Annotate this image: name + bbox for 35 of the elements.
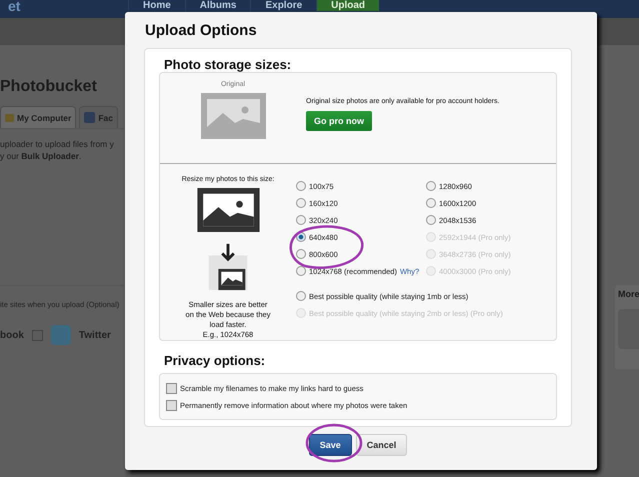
share-label: book (0, 330, 24, 340)
square-logo-icon (84, 112, 96, 123)
site-logo[interactable]: et (8, 0, 128, 12)
radio-button[interactable] (296, 266, 306, 276)
checkbox[interactable] (166, 400, 177, 410)
radio-button[interactable] (296, 291, 306, 301)
checkbox[interactable] (32, 330, 43, 340)
nav-link[interactable]: Upload (316, 0, 380, 11)
radio-button[interactable] (296, 198, 306, 208)
marker-circle (306, 424, 362, 462)
intro-text: y our Bulk Uploader. (0, 151, 82, 161)
source-tab[interactable]: My Computer (0, 106, 76, 128)
dialog-title: Upload Options (145, 22, 258, 39)
checkbox[interactable] (166, 382, 177, 394)
intro-text: uploader to upload files from y (0, 139, 115, 149)
radio-button[interactable] (296, 249, 306, 259)
cancel-button[interactable]: Cancel (356, 434, 408, 456)
section-heading: Privacy options: (164, 353, 266, 368)
radio-button[interactable] (426, 215, 436, 225)
radio-button[interactable] (426, 198, 436, 208)
resize-arrow-drawing (206, 242, 250, 292)
more-label: More (618, 289, 639, 299)
share-label: Twitter (78, 330, 111, 340)
nav-link[interactable]: Home (128, 0, 185, 11)
radio-button[interactable] (296, 181, 306, 191)
save-button[interactable]: Save (308, 434, 352, 456)
radio-button[interactable] (296, 215, 306, 225)
nav-link[interactable]: Albums (184, 0, 250, 11)
go-pro-button[interactable]: Go pro now (306, 111, 372, 131)
header-band (597, 18, 639, 45)
page-heading: Photobucket (0, 78, 98, 96)
radio-button[interactable] (426, 181, 436, 191)
bird-logo-icon (50, 325, 71, 345)
folder-icon (5, 114, 14, 122)
section-heading: Photo storage sizes: (164, 57, 292, 72)
